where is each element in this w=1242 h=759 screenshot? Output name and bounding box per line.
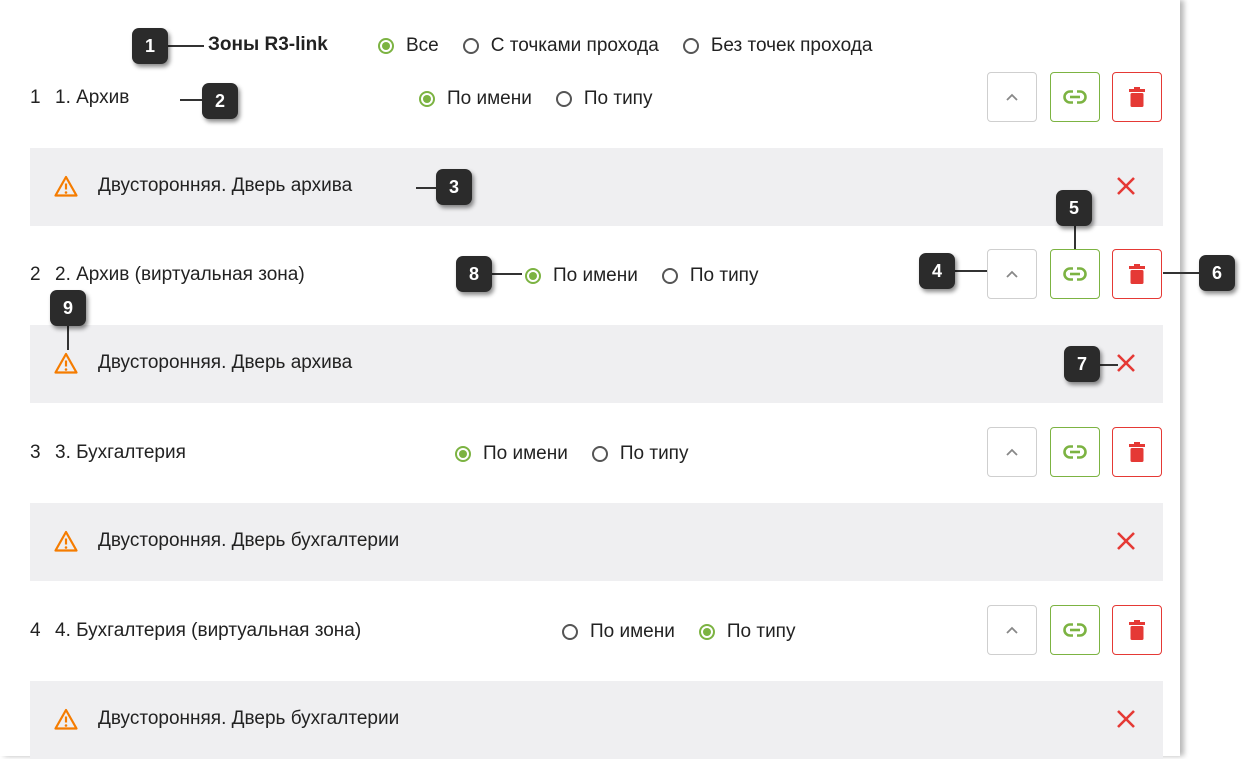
sort-by-name-radio[interactable]: По имени <box>525 265 638 287</box>
radio-unchecked-icon <box>462 38 479 54</box>
callout-badge: 4 <box>919 253 955 289</box>
trash-icon <box>1129 620 1145 640</box>
zone-name: 1. Архив <box>55 87 130 108</box>
door-row: Двусторонняя. Дверь бухгалтерии <box>30 503 1163 581</box>
sort-radio-group: По имени По типу <box>562 617 819 647</box>
sort-by-name-radio[interactable]: По имени <box>455 443 568 465</box>
radio-checked-icon <box>378 38 394 54</box>
callout-line <box>166 45 204 47</box>
sort-by-type-radio[interactable]: По типу <box>661 265 758 287</box>
door-label: Двусторонняя. Дверь бухгалтерии <box>98 708 400 729</box>
door-row: Двусторонняя. Дверь архива <box>30 325 1163 403</box>
callout-badge: 7 <box>1064 346 1100 382</box>
link-button[interactable] <box>1050 427 1100 477</box>
door-row: Двусторонняя. Дверь архива <box>30 148 1163 226</box>
callout-line <box>492 273 522 275</box>
move-up-button[interactable] <box>987 72 1037 122</box>
section-title: Зоны R3-link <box>208 34 328 55</box>
chevron-up-icon <box>1006 626 1018 634</box>
sort-radio-group: По имени По типу <box>525 261 782 291</box>
sort-by-type-radio[interactable]: По типу <box>555 88 652 110</box>
chevron-up-icon <box>1006 93 1018 101</box>
close-icon[interactable] <box>1115 352 1137 374</box>
delete-button[interactable] <box>1112 605 1162 655</box>
trash-icon <box>1129 264 1145 284</box>
callout-badge: 8 <box>456 256 492 292</box>
zone-index: 4 <box>30 620 41 641</box>
close-icon[interactable] <box>1115 175 1137 197</box>
callout-badge: 1 <box>132 28 168 64</box>
callout-line <box>1074 226 1076 249</box>
zone-name: 4. Бухгалтерия (виртуальная зона) <box>55 620 362 641</box>
trash-icon <box>1129 87 1145 107</box>
warning-icon <box>54 175 78 197</box>
link-button[interactable] <box>1050 72 1100 122</box>
sort-by-name-radio[interactable]: По имени <box>562 621 675 643</box>
chevron-up-icon <box>1006 448 1018 456</box>
trash-icon <box>1129 442 1145 462</box>
link-icon <box>1063 623 1087 637</box>
delete-button[interactable] <box>1112 72 1162 122</box>
callout-line <box>1100 364 1118 366</box>
warning-icon <box>54 352 78 374</box>
move-up-button[interactable] <box>987 427 1037 477</box>
callout-badge: 3 <box>436 169 472 205</box>
radio-checked-icon <box>455 446 471 462</box>
callout-line <box>180 99 202 101</box>
sort-by-name-radio[interactable]: По имени <box>419 88 532 110</box>
link-icon <box>1063 90 1087 104</box>
move-up-button[interactable] <box>987 605 1037 655</box>
chevron-up-icon <box>1006 270 1018 278</box>
sort-radio-group: По имени По типу <box>455 439 712 469</box>
radio-unchecked-icon <box>591 446 608 462</box>
zone-index: 3 <box>30 442 41 463</box>
door-label: Двусторонняя. Дверь архива <box>98 175 353 196</box>
callout-line <box>416 187 436 189</box>
callout-line <box>953 270 987 272</box>
callout-line <box>1163 272 1199 274</box>
radio-checked-icon <box>698 624 715 640</box>
filter-without-points-radio[interactable]: Без точек прохода <box>682 35 872 57</box>
zone-name: 2. Архив (виртуальная зона) <box>55 264 305 285</box>
filter-radio-group: Все С точками прохода Без точек прохода <box>378 31 896 61</box>
callout-badge: 2 <box>202 83 238 119</box>
zones-panel: Зоны R3-link Все С точками прохода Без т… <box>0 0 1180 759</box>
warning-icon <box>54 530 78 552</box>
sort-by-type-radio[interactable]: По типу <box>591 443 688 465</box>
door-row: Двусторонняя. Дверь бухгалтерии <box>30 681 1163 759</box>
warning-icon <box>54 708 78 730</box>
delete-button[interactable] <box>1112 427 1162 477</box>
radio-checked-icon <box>525 268 541 284</box>
radio-unchecked-icon <box>562 624 578 640</box>
radio-unchecked-icon <box>661 268 678 284</box>
link-icon <box>1063 445 1087 459</box>
close-icon[interactable] <box>1115 530 1137 552</box>
door-label: Двусторонняя. Дверь бухгалтерии <box>98 530 400 551</box>
filter-all-radio[interactable]: Все <box>378 35 439 57</box>
radio-unchecked-icon <box>555 91 572 107</box>
radio-checked-icon <box>419 91 435 107</box>
move-up-button[interactable] <box>987 249 1037 299</box>
delete-button[interactable] <box>1112 249 1162 299</box>
link-button[interactable] <box>1050 249 1100 299</box>
door-label: Двусторонняя. Дверь архива <box>98 352 353 373</box>
zone-index: 1 <box>30 87 41 108</box>
callout-badge: 6 <box>1199 255 1235 291</box>
sort-radio-group: По имени По типу <box>419 84 676 114</box>
link-button[interactable] <box>1050 605 1100 655</box>
zone-index: 2 <box>30 264 41 285</box>
link-icon <box>1063 267 1087 281</box>
callout-badge: 9 <box>50 290 86 326</box>
filter-with-points-radio[interactable]: С точками прохода <box>462 35 659 57</box>
zone-name: 3. Бухгалтерия <box>55 442 186 463</box>
callout-badge: 5 <box>1056 190 1092 226</box>
radio-unchecked-icon <box>682 38 699 54</box>
callout-line <box>67 326 69 350</box>
sort-by-type-radio[interactable]: По типу <box>698 621 795 643</box>
close-icon[interactable] <box>1115 708 1137 730</box>
